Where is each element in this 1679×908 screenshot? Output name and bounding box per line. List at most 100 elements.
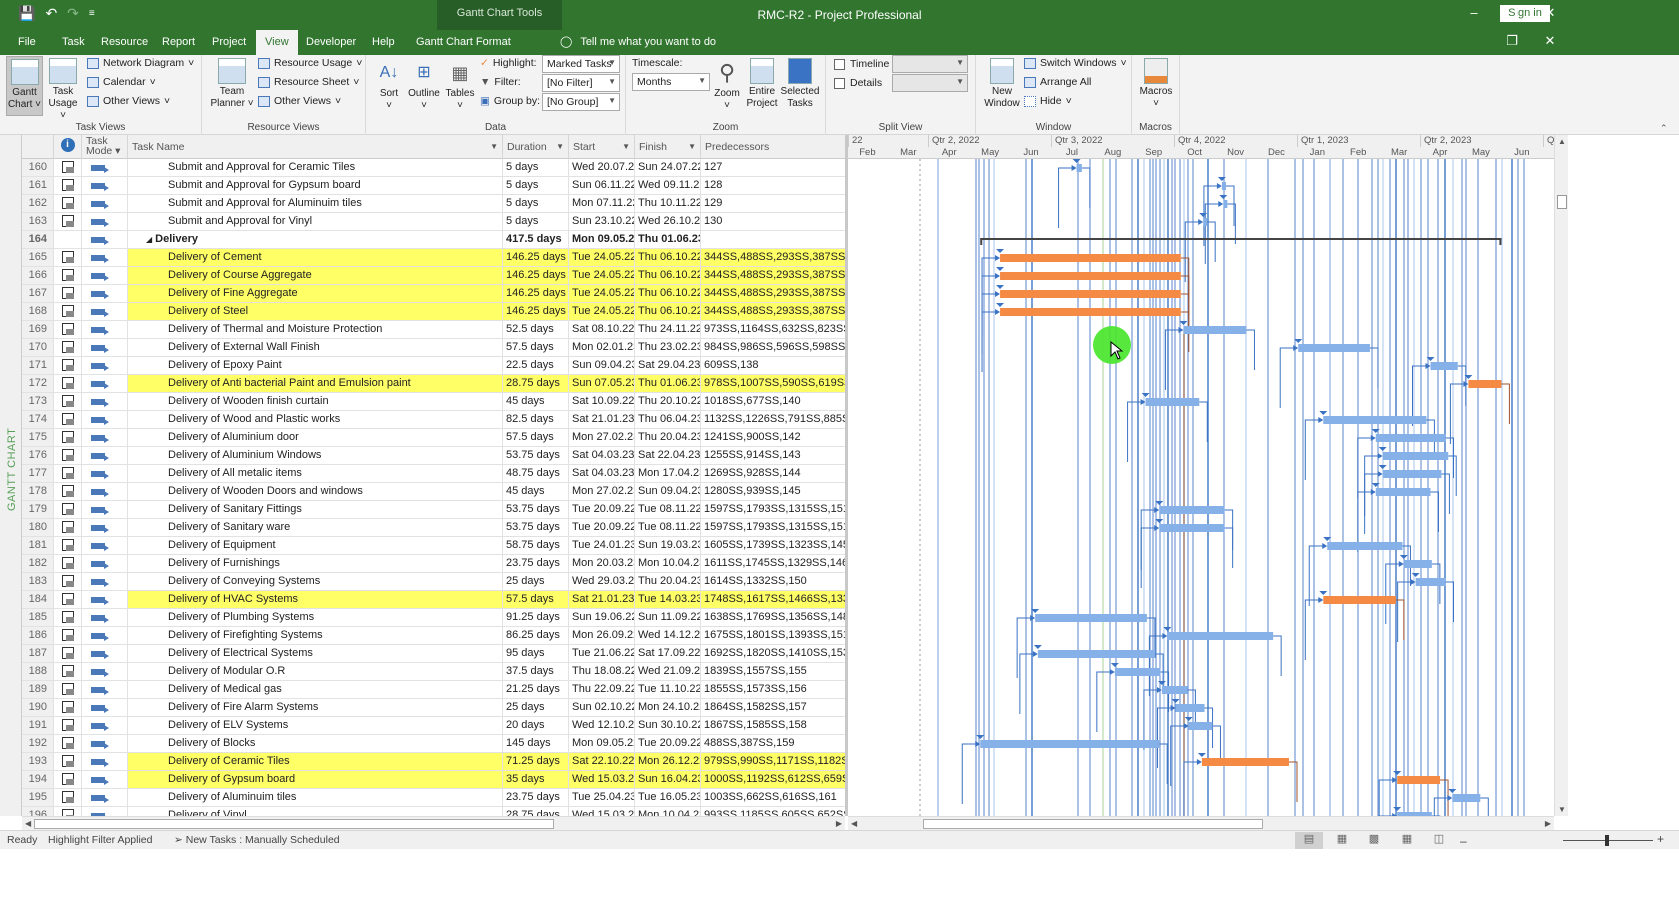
timeline-checkbox[interactable]: Timeline: [834, 58, 889, 70]
header-finish[interactable]: Finish ▼: [635, 135, 701, 159]
duration-cell[interactable]: 95 days: [503, 645, 569, 662]
task-name-cell[interactable]: Delivery of Aluminium door: [128, 429, 503, 446]
task-name-cell[interactable]: Delivery of Vinyl: [128, 807, 503, 816]
predecessors-cell[interactable]: 1611SS,1745SS,1329SS,1463S: [701, 555, 845, 572]
row-id[interactable]: 169: [22, 321, 54, 338]
duration-cell[interactable]: 417.5 days: [503, 231, 569, 248]
finish-cell[interactable]: Sat 17.09.22: [635, 645, 701, 662]
duration-cell[interactable]: 53.75 days: [503, 447, 569, 464]
row-id[interactable]: 194: [22, 771, 54, 788]
task-mode-cell[interactable]: [82, 735, 128, 752]
switch-windows-button[interactable]: Switch Windows ˅: [1024, 57, 1127, 69]
minimize-icon[interactable]: –: [1464, 5, 1484, 20]
finish-cell[interactable]: Thu 06.10.22: [635, 267, 701, 284]
zoom-slider[interactable]: [1563, 835, 1653, 846]
predecessors-cell[interactable]: 1597SS,1793SS,1315SS,1511S: [701, 519, 845, 536]
header-row-id[interactable]: [22, 135, 54, 159]
duration-cell[interactable]: 37.5 days: [503, 663, 569, 680]
predecessors-cell[interactable]: 130: [701, 213, 845, 230]
row-id[interactable]: 171: [22, 357, 54, 374]
gantt-horizontal-scrollbar[interactable]: ◀ ▶: [848, 816, 1554, 830]
header-indicators[interactable]: i: [54, 135, 82, 159]
header-start[interactable]: Start ▼: [569, 135, 635, 159]
task-mode-cell[interactable]: [82, 177, 128, 194]
finish-cell[interactable]: Sun 30.10.22: [635, 717, 701, 734]
predecessors-cell[interactable]: 1675SS,1801SS,1393SS,1519S: [701, 627, 845, 644]
predecessors-cell[interactable]: 1018SS,677SS,140: [701, 393, 845, 410]
duration-cell[interactable]: 5 days: [503, 177, 569, 194]
finish-cell[interactable]: Thu 20.04.23: [635, 429, 701, 446]
duration-cell[interactable]: 86.25 days: [503, 627, 569, 644]
task-mode-cell[interactable]: [82, 303, 128, 320]
macros-button[interactable]: Macros ˅: [1136, 58, 1176, 110]
task-name-cell[interactable]: Delivery of Plumbing Systems: [128, 609, 503, 626]
task-mode-cell[interactable]: [82, 357, 128, 374]
finish-cell[interactable]: Wed 21.09.22: [635, 663, 701, 680]
table-row[interactable]: 168 Delivery of Steel 146.25 days Tue 24.05…: [22, 303, 845, 321]
row-id[interactable]: 172: [22, 375, 54, 392]
start-cell[interactable]: Mon 09.05.22: [569, 735, 635, 752]
duration-cell[interactable]: 146.25 days: [503, 249, 569, 266]
start-cell[interactable]: Mon 27.02.23: [569, 429, 635, 446]
table-row[interactable]: 188 Delivery of Modular O.R 37.5 days Thu 1…: [22, 663, 845, 681]
zoom-in-icon[interactable]: +: [1657, 832, 1664, 846]
resource-other-views-button[interactable]: Other Views ˅: [258, 95, 341, 107]
restore-icon[interactable]: ❐: [1502, 5, 1522, 21]
redo-icon[interactable]: ↷: [67, 5, 79, 22]
predecessors-cell[interactable]: 344SS,488SS,293SS,387SS,13: [701, 249, 845, 266]
duration-cell[interactable]: 57.5 days: [503, 339, 569, 356]
task-mode-cell[interactable]: [82, 339, 128, 356]
task-mode-cell[interactable]: [82, 681, 128, 698]
finish-cell[interactable]: Tue 16.05.23: [635, 789, 701, 806]
new-tasks-mode[interactable]: ➢ New Tasks : Manually Scheduled: [174, 834, 340, 846]
table-row[interactable]: 180 Delivery of Sanitary ware 53.75 days Tu…: [22, 519, 845, 537]
predecessors-cell[interactable]: 128: [701, 177, 845, 194]
header-task-mode[interactable]: Task Mode ▾: [82, 135, 128, 159]
task-name-cell[interactable]: Submit and Approval for Ceramic Tiles: [128, 159, 503, 176]
duration-cell[interactable]: 5 days: [503, 159, 569, 176]
table-row[interactable]: 164 ◢ Delivery 417.5 days Mon 09.05.22 Thu 01…: [22, 231, 845, 249]
start-cell[interactable]: Wed 15.03.23: [569, 771, 635, 788]
start-cell[interactable]: Sun 02.10.22: [569, 699, 635, 716]
row-id[interactable]: 192: [22, 735, 54, 752]
table-row[interactable]: 163 Submit and Approval for Vinyl 5 days Su…: [22, 213, 845, 231]
start-cell[interactable]: Wed 20.07.22: [569, 159, 635, 176]
finish-cell[interactable]: Sun 24.07.22: [635, 159, 701, 176]
table-row[interactable]: 160 Submit and Approval for Ceramic Tiles…: [22, 159, 845, 177]
gantt-chart-button[interactable]: Gantt Chart ˅: [6, 56, 43, 116]
predecessors-cell[interactable]: 1839SS,1557SS,155: [701, 663, 845, 680]
row-id[interactable]: 190: [22, 699, 54, 716]
start-cell[interactable]: Sat 08.10.22: [569, 321, 635, 338]
finish-cell[interactable]: Thu 23.02.23: [635, 339, 701, 356]
row-id[interactable]: 188: [22, 663, 54, 680]
finish-cell[interactable]: Thu 10.11.22: [635, 195, 701, 212]
row-id[interactable]: 196: [22, 807, 54, 816]
tab-view[interactable]: View: [256, 30, 298, 55]
row-id[interactable]: 168: [22, 303, 54, 320]
undo-icon[interactable]: ↶: [45, 5, 57, 22]
task-name-cell[interactable]: Delivery of Furnishings: [128, 555, 503, 572]
table-row[interactable]: 177 Delivery of All metalic items 48.75 da…: [22, 465, 845, 483]
finish-cell[interactable]: Thu 01.06.23: [635, 231, 701, 248]
task-name-cell[interactable]: ◢ Delivery: [128, 231, 503, 248]
table-row[interactable]: 191 Delivery of ELV Systems 20 days Wed 12.…: [22, 717, 845, 735]
task-name-cell[interactable]: Delivery of External Wall Finish: [128, 339, 503, 356]
scroll-down-icon[interactable]: ▼: [1558, 805, 1566, 814]
arrange-all-button[interactable]: Arrange All: [1024, 76, 1091, 88]
task-name-cell[interactable]: Delivery of Electrical Systems: [128, 645, 503, 662]
duration-cell[interactable]: 25 days: [503, 699, 569, 716]
tab-project[interactable]: Project: [212, 34, 246, 50]
table-row[interactable]: 192 Delivery of Blocks 145 days Mon 09.05.2…: [22, 735, 845, 753]
row-id[interactable]: 161: [22, 177, 54, 194]
task-mode-cell[interactable]: [82, 645, 128, 662]
scroll-left-icon[interactable]: ◀: [25, 819, 31, 828]
table-row[interactable]: 182 Delivery of Furnishings 23.75 days Mon …: [22, 555, 845, 573]
network-diagram-button[interactable]: Network Diagram ˅: [87, 57, 194, 69]
start-cell[interactable]: Mon 07.11.22: [569, 195, 635, 212]
finish-cell[interactable]: Thu 20.04.23: [635, 573, 701, 590]
tab-resource[interactable]: Resource: [101, 34, 148, 50]
task-name-cell[interactable]: Delivery of Wood and Plastic works: [128, 411, 503, 428]
duration-cell[interactable]: 57.5 days: [503, 429, 569, 446]
start-cell[interactable]: Sat 21.01.23: [569, 591, 635, 608]
start-cell[interactable]: Wed 15.03.23: [569, 807, 635, 816]
